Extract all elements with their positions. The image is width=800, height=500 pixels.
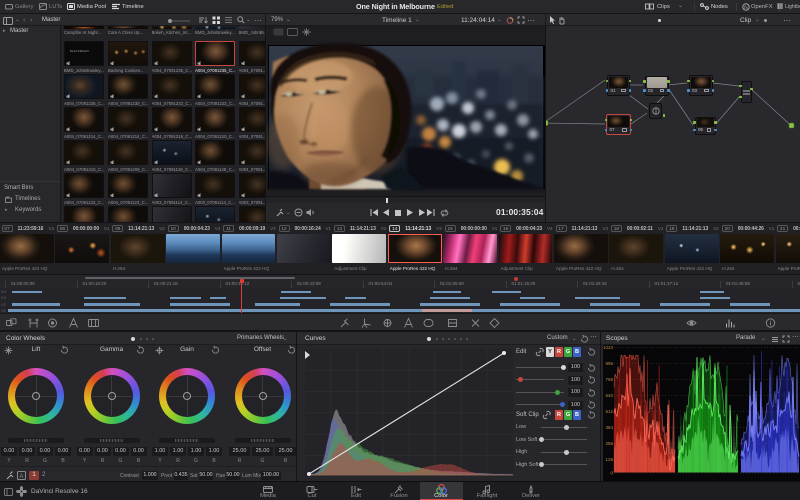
svg-text:128: 128 (605, 457, 613, 462)
svg-text:512: 512 (605, 409, 613, 414)
svg-text:384: 384 (605, 425, 613, 430)
svg-text:256: 256 (605, 441, 613, 446)
svg-text:768: 768 (605, 377, 613, 382)
svg-text:896: 896 (605, 361, 613, 366)
svg-text:1023: 1023 (603, 345, 614, 350)
svg-text:A: A (19, 474, 23, 480)
svg-text:640: 640 (605, 393, 613, 398)
